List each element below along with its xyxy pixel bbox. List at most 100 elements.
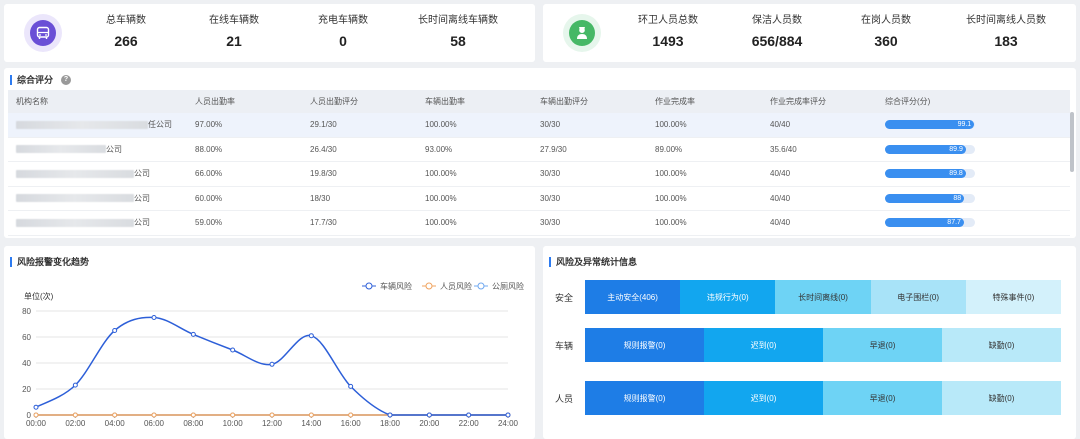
- redacted-org-name: [16, 120, 148, 129]
- org-name-cell: 公司: [8, 168, 187, 179]
- table-cell: 40/40: [770, 218, 791, 228]
- score-bar-track: 88: [885, 193, 975, 203]
- x-tick-label: 22:00: [459, 419, 480, 428]
- column-header[interactable]: 人员出勤评分: [302, 96, 417, 107]
- data-point: [466, 412, 472, 418]
- column-header[interactable]: 作业完成率: [647, 96, 762, 107]
- y-axis-label: 单位(次): [24, 291, 54, 301]
- risk-category-button[interactable]: 违规行为(0): [680, 280, 776, 314]
- data-point: [387, 412, 393, 418]
- column-header[interactable]: 车辆出勤率: [417, 96, 532, 107]
- data-point: [269, 361, 275, 367]
- redacted-org-name: [16, 145, 106, 154]
- stat-online-vehicles: 在线车辆数 21: [209, 14, 259, 52]
- column-header[interactable]: 作业完成率评分: [762, 96, 877, 107]
- risk-stats-card: 风险及异常统计信息 安全 主动安全(406) 违规行为(0) 长时间离线(0) 电子围栏…: [543, 246, 1076, 439]
- table-cell: 30/30: [540, 218, 561, 228]
- vehicle-stats-card: 总车辆数 266 在线车辆数 21 充电车辆数 0 长时间离线车辆数 58: [4, 4, 535, 62]
- stat-label: 长时间离线车辆数: [418, 15, 498, 26]
- org-name-cell: 公司: [8, 217, 187, 228]
- risk-row: 安全 主动安全(406) 违规行为(0) 长时间离线(0) 电子围栏(0) 特殊事件(0): [555, 280, 1061, 314]
- score-cell: 89.8: [877, 169, 1067, 179]
- y-tick-label: 40: [22, 359, 31, 368]
- x-tick-label: 10:00: [223, 419, 244, 428]
- org-name-cell: 公司: [8, 144, 187, 155]
- column-header[interactable]: 机构名称: [8, 96, 187, 107]
- risk-category-button[interactable]: 长时间离线(0): [775, 280, 871, 314]
- legend-label: 公厕风险: [492, 281, 524, 291]
- legend-label: 车辆风险: [380, 281, 412, 291]
- table-row[interactable]: 任公司 97.00% 29.1/30 100.00% 30/30 100.00% 40/40…: [8, 113, 1070, 138]
- x-tick-label: 08:00: [183, 419, 204, 428]
- legend-swatch-marker: [425, 282, 433, 290]
- table-row[interactable]: 公司 59.00% 17.7/30 100.00% 30/30 100.00% 40/40 8…: [8, 211, 1070, 236]
- table-row[interactable]: 公司 60.00% 18/30 100.00% 30/30 100.00% 40/40 88: [8, 187, 1070, 211]
- table-cell: 60.00%: [195, 193, 223, 203]
- stat-value: 58: [450, 33, 466, 49]
- score-cell: 99.1: [877, 120, 1067, 130]
- table-cell: 30/30: [540, 120, 561, 130]
- risk-category-button[interactable]: 特殊事件(0): [965, 280, 1061, 314]
- stat-value: 1493: [652, 33, 684, 49]
- data-point: [112, 412, 118, 418]
- redacted-org-name: [16, 169, 134, 178]
- score-bar-fill: 89.8: [885, 169, 966, 179]
- data-point: [230, 412, 236, 418]
- legend-label: 人员风险: [440, 281, 472, 291]
- data-point: [505, 412, 511, 418]
- stat-cleaning-staff: 保洁人员数 656/884: [752, 14, 803, 52]
- data-point: [72, 382, 78, 388]
- risk-category-button[interactable]: 主动安全(406): [585, 280, 681, 314]
- y-tick-label: 80: [22, 307, 31, 316]
- risk-category-button[interactable]: 缺勤(0): [942, 328, 1061, 362]
- data-point: [190, 331, 196, 337]
- risk-category-button[interactable]: 电子围栏(0): [870, 280, 966, 314]
- x-tick-label: 24:00: [498, 419, 519, 428]
- table-cell: 19.8/30: [310, 169, 337, 179]
- table-cell: 27.9/30: [540, 144, 567, 154]
- question-icon[interactable]: ?: [61, 74, 72, 85]
- score-bar-fill: 88: [885, 193, 965, 203]
- y-tick-label: 60: [22, 333, 31, 342]
- score-cell: 89.9: [877, 144, 1067, 154]
- stat-value: 360: [874, 33, 898, 49]
- column-header[interactable]: 车辆出勤评分: [532, 96, 647, 107]
- risk-category-button[interactable]: 规则报警(0): [585, 328, 704, 362]
- risk-category-button[interactable]: 迟到(0): [704, 381, 823, 415]
- data-point: [112, 328, 118, 333]
- table-cell: 100.00%: [425, 218, 457, 228]
- x-tick-label: 12:00: [262, 419, 283, 428]
- risk-row: 人员 规则报警(0) 迟到(0) 早退(0) 缺勤(0): [555, 381, 1061, 415]
- score-bar-fill: 99.1: [885, 120, 975, 130]
- score-cell: 88: [877, 193, 1067, 203]
- risk-category-button[interactable]: 早退(0): [823, 328, 942, 362]
- data-point: [308, 333, 314, 339]
- table-cell: 59.00%: [195, 218, 223, 228]
- score-cell: 87.7: [877, 218, 1067, 228]
- risk-category-button[interactable]: 缺勤(0): [942, 381, 1061, 415]
- y-tick-label: 20: [22, 385, 31, 394]
- table-row[interactable]: 公司 66.00% 19.8/30 100.00% 30/30 100.00% 40/40 8…: [8, 162, 1070, 187]
- risk-row-label: 车辆: [555, 340, 574, 351]
- risk-category-button[interactable]: 规则报警(0): [585, 381, 704, 415]
- stat-value: 21: [226, 33, 242, 49]
- score-bar-track: 99.1: [885, 120, 975, 130]
- table-scrollbar[interactable]: [1070, 112, 1074, 172]
- column-header[interactable]: 人员出勤率: [187, 96, 302, 107]
- trend-line-chart: 单位(次)02040608000:00 02:00 04:00 06:00 08:00 1…: [22, 281, 524, 428]
- stat-offline-vehicles: 长时间离线车辆数 58: [418, 14, 498, 52]
- data-point: [190, 412, 196, 418]
- redacted-org-name: [16, 218, 134, 227]
- score-bar-track: 87.7: [885, 218, 975, 228]
- legend-swatch-marker: [365, 282, 373, 290]
- table-row[interactable]: 公司 88.00% 26.4/30 93.00% 27.9/30 89.00% 35.6/4…: [8, 138, 1070, 162]
- risk-category-button[interactable]: 迟到(0): [704, 328, 823, 362]
- data-point: [33, 412, 39, 418]
- risk-category-button[interactable]: 早退(0): [823, 381, 942, 415]
- bus-icon: [24, 14, 62, 52]
- stat-value: 266: [114, 33, 138, 49]
- trend-chart-card: 风险报警变化趋势 单位(次) 0 20 40 60 80 00:00 02:00 04:00 06…: [4, 246, 535, 439]
- table-cell: 18/30: [310, 193, 331, 203]
- org-name-suffix: 公司: [106, 144, 122, 154]
- column-header[interactable]: 综合评分(分): [877, 96, 1067, 107]
